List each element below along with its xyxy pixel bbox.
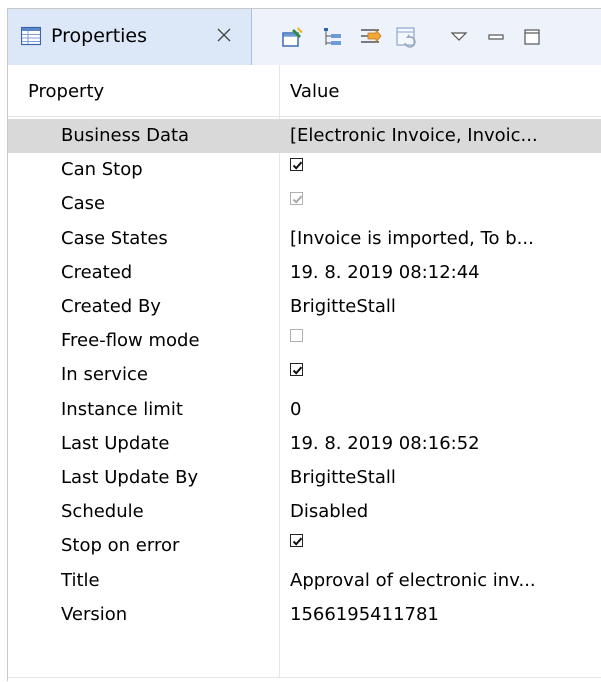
- properties-table-icon: [21, 26, 41, 46]
- property-value[interactable]: 19. 8. 2019 08:16:52: [290, 431, 580, 457]
- checkmark-icon: [292, 195, 303, 205]
- property-value[interactable]: 1566195411781: [290, 602, 580, 628]
- property-name: Created: [61, 261, 133, 283]
- table-row[interactable]: Business Data [Electronic Invoice, Invoic…: [8, 119, 601, 153]
- show-advanced-properties-icon[interactable]: [358, 25, 382, 49]
- property-value[interactable]: BrigitteStall: [290, 465, 580, 491]
- show-categories-icon[interactable]: [321, 25, 345, 49]
- table-bottom-line: [8, 677, 601, 678]
- table-row[interactable]: Created By BrigitteStall: [8, 290, 601, 324]
- tab-properties[interactable]: Properties: [8, 9, 252, 65]
- table-row[interactable]: Last Update By BrigitteStall: [8, 461, 601, 495]
- close-tab-icon[interactable]: [215, 26, 233, 44]
- checkmark-icon: [292, 161, 303, 170]
- property-name: Can Stop: [61, 159, 143, 181]
- table-row[interactable]: Can Stop: [8, 153, 601, 187]
- checkmark-icon: [292, 537, 303, 547]
- table-row[interactable]: In service: [8, 358, 601, 392]
- view-menu-chevron-icon[interactable]: [447, 25, 471, 49]
- properties-table: Property Value Business Data [Electronic …: [8, 65, 601, 682]
- property-value[interactable]: 19. 8. 2019 08:12:44: [290, 260, 580, 286]
- property-name: Last Update: [61, 432, 170, 454]
- table-row[interactable]: Free-flow mode: [8, 324, 601, 358]
- property-name: Instance limit: [61, 398, 183, 420]
- property-value[interactable]: Approval of electronic inv...: [290, 568, 580, 594]
- property-name: Schedule: [61, 501, 144, 523]
- header-value[interactable]: Value: [290, 80, 339, 104]
- table-row[interactable]: Instance limit 0: [8, 393, 601, 427]
- property-name: Business Data: [61, 125, 190, 146]
- table-row[interactable]: Last Update 19. 8. 2019 08:16:52: [8, 427, 601, 461]
- property-checkbox[interactable]: [290, 158, 303, 172]
- maximize-icon[interactable]: [520, 25, 544, 49]
- view-titlebar: Properties: [8, 9, 601, 65]
- property-checkbox[interactable]: [290, 534, 303, 548]
- property-value[interactable]: Disabled: [290, 499, 580, 525]
- property-checkbox[interactable]: [290, 363, 303, 377]
- checkmark-icon: [292, 366, 303, 376]
- table-row[interactable]: Case: [8, 187, 601, 221]
- property-name: Stop on error: [61, 535, 180, 557]
- table-row[interactable]: Schedule Disabled: [8, 495, 601, 529]
- property-value[interactable]: BrigitteStall: [290, 294, 580, 320]
- property-name: Title: [61, 569, 100, 591]
- pin-to-selection-icon[interactable]: [281, 25, 305, 49]
- table-row[interactable]: Created 19. 8. 2019 08:12:44: [8, 256, 601, 290]
- table-row[interactable]: Title Approval of electronic inv...: [8, 564, 601, 598]
- property-name: Version: [61, 603, 128, 625]
- property-name: In service: [61, 364, 148, 386]
- table-row[interactable]: Version 1566195411781: [8, 598, 601, 632]
- table-row[interactable]: Case States [Invoice is imported, To b...: [8, 222, 601, 256]
- header-property[interactable]: Property: [28, 80, 104, 104]
- property-checkbox[interactable]: [290, 329, 303, 343]
- table-header: Property Value: [8, 65, 601, 117]
- property-name: Case: [61, 193, 106, 215]
- property-value[interactable]: 0: [290, 397, 580, 423]
- property-checkbox[interactable]: [290, 192, 303, 206]
- table-row[interactable]: Stop on error: [8, 529, 601, 563]
- property-name: Case States: [61, 227, 168, 249]
- tab-label: Properties: [51, 25, 148, 47]
- properties-view: Properties Property Value Business Data …: [7, 8, 601, 682]
- property-value[interactable]: [Electronic Invoice, Invoic...: [290, 123, 580, 149]
- property-name: Free-flow mode: [61, 330, 200, 352]
- minimize-icon[interactable]: [484, 25, 508, 49]
- restore-default-value-icon[interactable]: [395, 25, 419, 49]
- property-name: Last Update By: [61, 467, 199, 488]
- property-name: Created By: [61, 296, 161, 317]
- property-value[interactable]: [Invoice is imported, To b...: [290, 226, 580, 252]
